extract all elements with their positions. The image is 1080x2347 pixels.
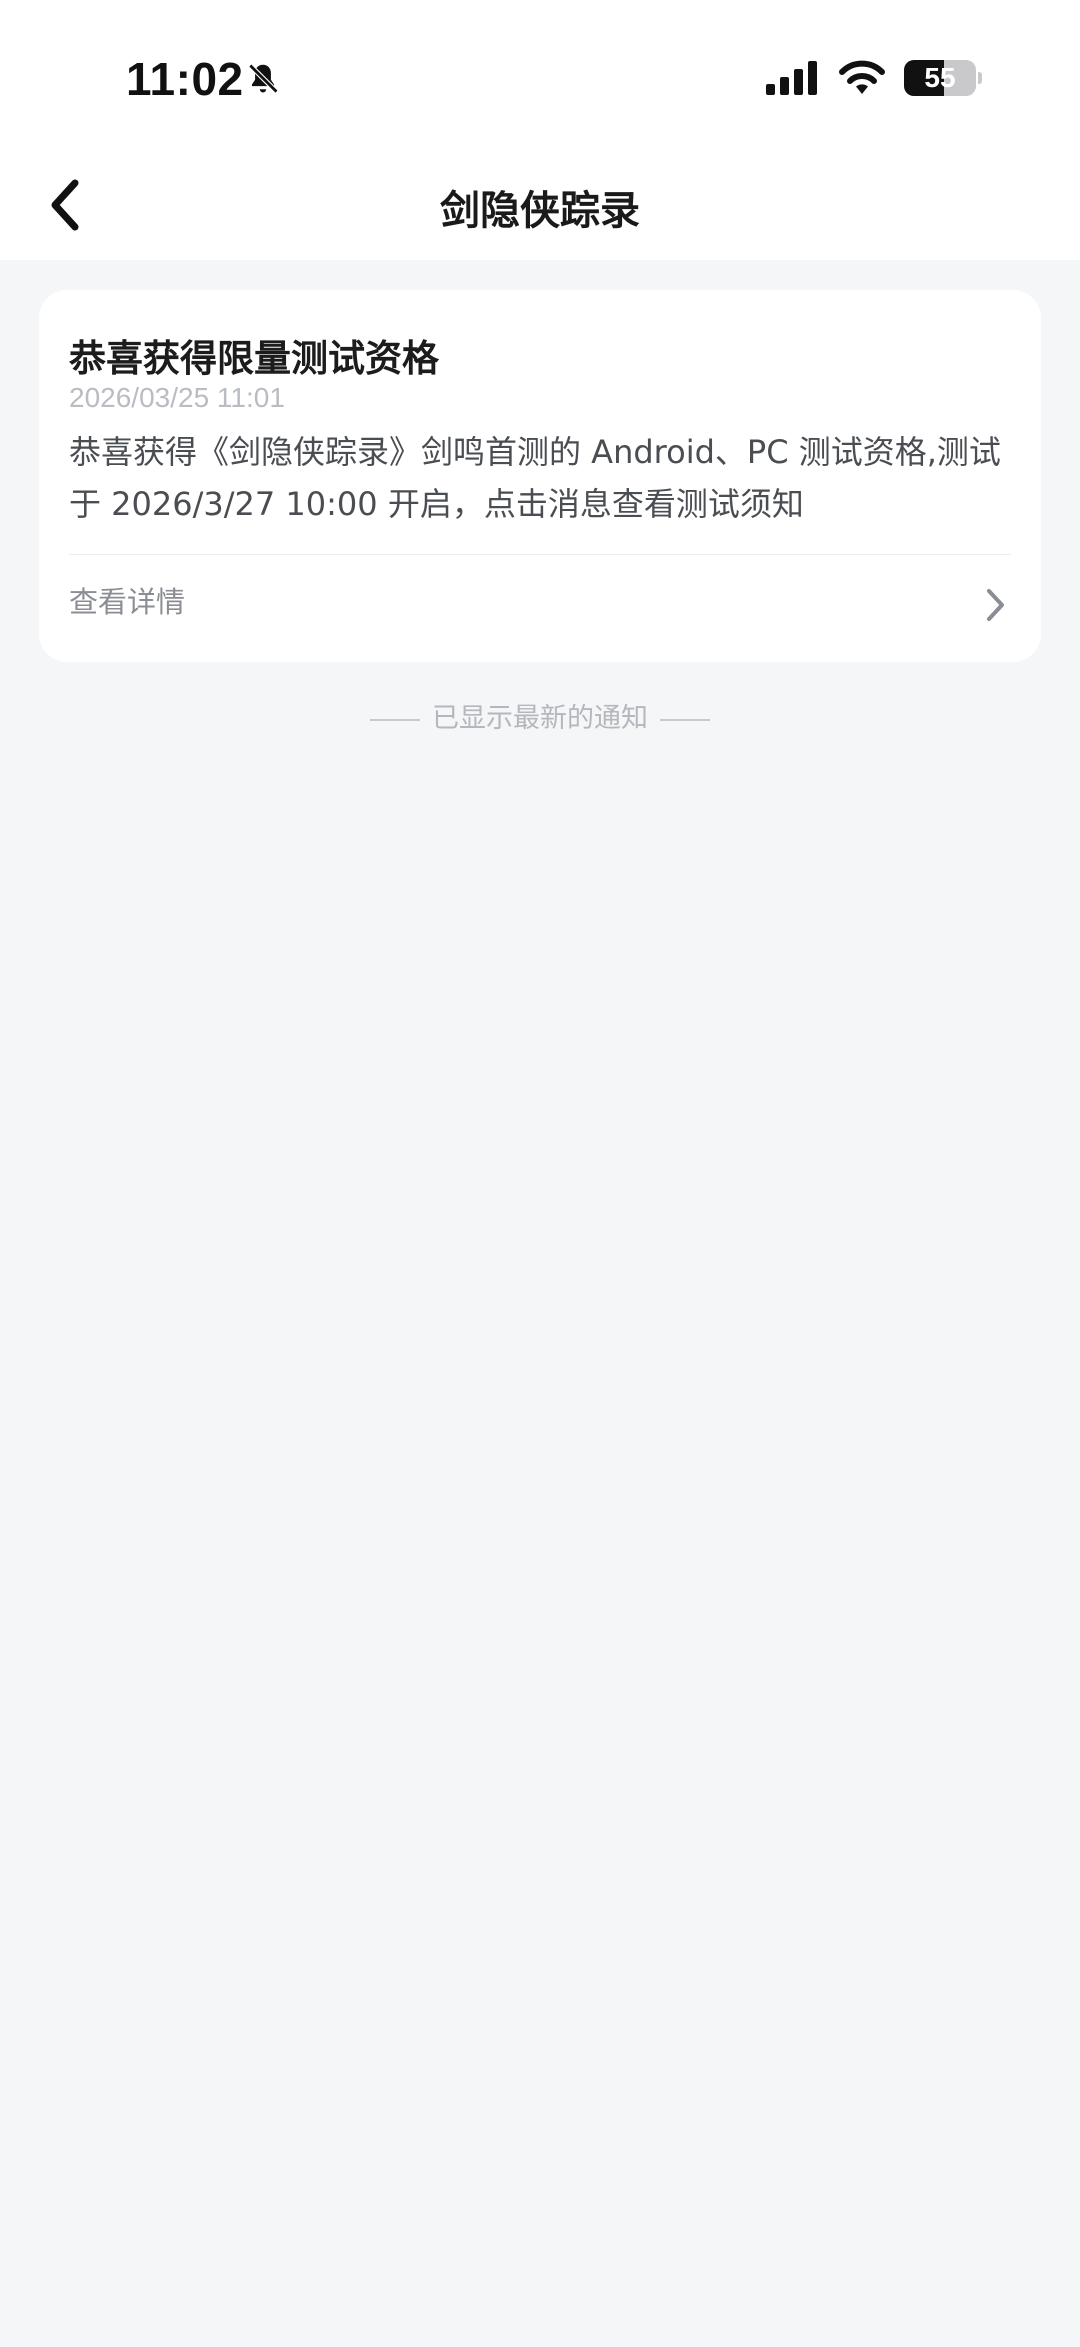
chevron-right-icon [987,589,1004,621]
notification-body: 恭喜获得《剑隐侠踪录》剑鸣首测的 Android、PC 测试资格,测试于 202… [69,433,1001,523]
end-of-list-note: 已显示最新的通知 [0,696,1080,735]
nav-bar: 剑隐侠踪录 [0,150,1080,260]
bell-mute-icon [248,63,279,94]
status-time: 11:02 [126,53,244,105]
status-bar: 11:02 55 [0,0,1080,150]
battery-nub [978,72,982,84]
wifi-icon [839,60,885,94]
notification-card[interactable]: 恭喜获得限量测试资格 2026/03/25 11:01 恭喜获得《剑隐侠踪录》剑… [39,290,1041,662]
battery-icon: 55 [904,60,976,96]
page-title: 剑隐侠踪录 [440,188,640,234]
view-details-label: 查看详情 [69,585,186,619]
divider-right [660,718,710,721]
end-of-list-text: 已显示最新的通知 [432,703,648,734]
battery-level-text: 55 [924,62,956,93]
view-details-link[interactable]: 查看详情 [39,555,1041,662]
signal-icon [766,61,817,95]
divider-left [370,718,420,721]
notification-title: 恭喜获得限量测试资格 [69,337,439,380]
notification-time: 2026/03/25 11:01 [69,382,285,413]
